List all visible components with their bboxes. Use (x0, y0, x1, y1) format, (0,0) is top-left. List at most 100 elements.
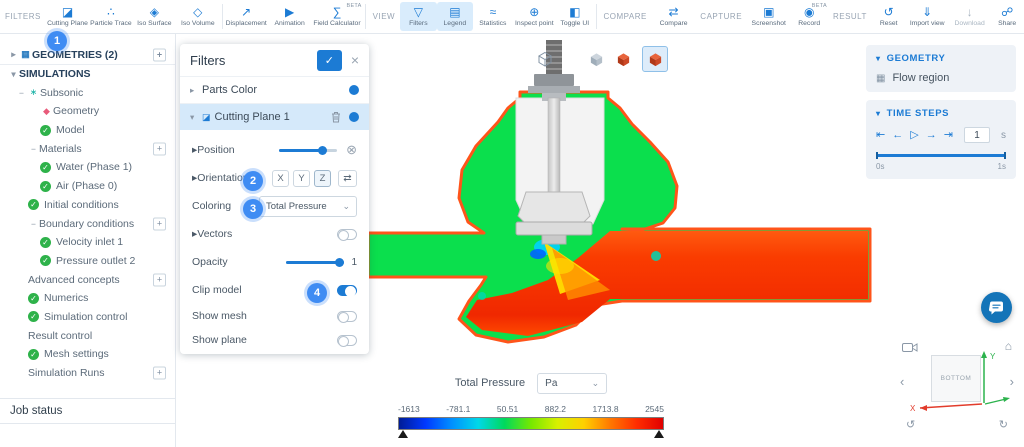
record-button[interactable]: BETA ◉ Record (790, 2, 828, 31)
home-icon[interactable]: ⌂ (1005, 340, 1012, 352)
iso-surface-button[interactable]: ◈ Iso Surface (133, 2, 176, 31)
camera-icon[interactable] (902, 341, 918, 357)
tree-item-simulation-runs[interactable]: Simulation Runs + (0, 364, 175, 383)
remove-position-icon[interactable]: ⊗ (346, 145, 357, 155)
record-label: Record (798, 20, 820, 27)
step-forward-icon[interactable]: → (926, 130, 937, 141)
toggle-ui-button[interactable]: ◧ Toggle UI (556, 2, 594, 31)
compare-button[interactable]: ⇄ Compare (652, 2, 695, 31)
tree-item-advanced-concepts[interactable]: Advanced concepts + (0, 270, 175, 289)
legend-min-handle[interactable] (398, 430, 408, 438)
tree-item-simulation-control[interactable]: ✓ Simulation control (0, 308, 175, 327)
tree-item-boundary-conditions[interactable]: − Boundary conditions + (0, 214, 175, 233)
rotate-view-right-icon[interactable]: › (1010, 375, 1014, 388)
download-button[interactable]: ↓ Download (949, 2, 990, 31)
tree-item-pressure-outlet[interactable]: ✓ Pressure outlet 2 (0, 252, 175, 271)
close-icon[interactable]: × (351, 52, 359, 68)
rotate-ccw-icon[interactable]: ↺ (906, 420, 915, 431)
screenshot-button[interactable]: ▣ Screenshot (747, 2, 790, 31)
displacement-button[interactable]: ↗ Displacement (224, 2, 267, 31)
coloring-label: Coloring (192, 200, 231, 212)
axis-z-button[interactable]: Z (314, 170, 331, 187)
vectors-toggle[interactable] (337, 229, 357, 240)
statistics-button[interactable]: ≈ Statistics (473, 2, 512, 31)
particle-trace-button[interactable]: ∴ Particle Trace (89, 2, 132, 31)
iso-volume-button[interactable]: ◇ Iso Volume (176, 2, 219, 31)
tree-item-materials[interactable]: − Materials + (0, 139, 175, 158)
import-view-button[interactable]: ⇓ Import view (905, 2, 948, 31)
add-material-button[interactable]: + (153, 142, 166, 155)
tree-item-result-control[interactable]: Result control (0, 326, 175, 345)
apply-filters-button[interactable]: ✓ (317, 50, 342, 71)
collapse-icon[interactable]: − (28, 144, 39, 154)
tree-item-air[interactable]: ✓ Air (Phase 0) (0, 177, 175, 196)
reset-button[interactable]: ↺ Reset (872, 2, 906, 31)
parts-color-row[interactable]: ▸ Parts Color (180, 76, 369, 103)
tree-item-label: SIMULATIONS (19, 68, 91, 80)
inspect-point-button[interactable]: ⊕ Inspect point (513, 2, 556, 31)
tree-item-numerics[interactable]: ✓ Numerics (0, 289, 175, 308)
time-step-input[interactable] (964, 127, 990, 143)
opacity-slider[interactable] (286, 261, 344, 264)
chevron-down-icon[interactable]: ▾ (190, 112, 202, 123)
viewport-red-cube-selected-button[interactable] (642, 46, 668, 72)
time-steps-panel-header[interactable]: ▾ TIME STEPS (876, 108, 1006, 119)
tree-item-geometry[interactable]: ◆ Geometry (0, 102, 175, 121)
share-button[interactable]: ☍ Share (990, 2, 1024, 31)
tree-item-mesh-settings[interactable]: ✓ Mesh settings (0, 345, 175, 364)
tree-item-label: Mesh settings (44, 348, 109, 360)
tree-item-simulations[interactable]: ▾ SIMULATIONS (0, 65, 175, 84)
show-mesh-toggle[interactable] (337, 311, 357, 322)
time-range-slider[interactable] (876, 152, 1006, 159)
toolbar-section-result: RESULT (828, 0, 872, 33)
rotate-view-left-icon[interactable]: ‹ (900, 375, 904, 388)
position-slider[interactable] (279, 149, 337, 152)
viewport-red-cube-button[interactable] (613, 49, 633, 69)
collapse-icon[interactable]: − (16, 88, 27, 98)
legend-unit-dropdown[interactable]: Pa ⌄ (537, 373, 607, 394)
field-calculator-button[interactable]: BETA ∑ Field Calculator (311, 2, 362, 31)
flow-region-item[interactable]: ▦ Flow region (876, 72, 1006, 84)
axis-y-button[interactable]: Y (293, 170, 310, 187)
add-advanced-concept-button[interactable]: + (153, 273, 166, 286)
flip-orientation-icon[interactable]: ⇄ (338, 170, 357, 187)
viewport-gray-cube-button[interactable] (586, 49, 606, 69)
cutting-plane-button[interactable]: ◪ Cutting Plane (46, 2, 89, 31)
tree-item-geometries[interactable]: ▸ ▦ GEOMETRIES (2) + (0, 46, 175, 65)
show-plane-toggle[interactable] (337, 335, 357, 346)
clip-model-toggle[interactable] (337, 285, 357, 296)
chevron-right-icon[interactable]: ▸ (8, 49, 19, 60)
coloring-dropdown[interactable]: Total Pressure ⌄ (259, 196, 357, 217)
job-status-bar[interactable]: Job status (0, 398, 175, 424)
trash-icon[interactable] (331, 111, 341, 123)
tree-item-water[interactable]: ✓ Water (Phase 1) (0, 158, 175, 177)
tree-item-subsonic[interactable]: − ∗ Subsonic (0, 83, 175, 102)
play-icon[interactable]: ▷ (910, 130, 918, 141)
chevron-down-icon[interactable]: ▾ (8, 69, 19, 80)
legend-toggle-button[interactable]: ▤ Legend (437, 2, 474, 31)
view-cube-face[interactable]: BOTTOM (931, 355, 981, 402)
cutting-plane-row[interactable]: ▾ ◪ Cutting Plane 1 (180, 103, 369, 130)
legend-max-handle[interactable] (654, 430, 664, 438)
skip-to-start-icon[interactable]: ⇤ (876, 130, 885, 141)
axis-x-button[interactable]: X (272, 170, 289, 187)
legend-color-bar[interactable] (398, 417, 664, 430)
add-geometry-button[interactable]: + (153, 48, 166, 61)
chevron-right-icon[interactable]: ▸ (190, 85, 202, 96)
support-chat-button[interactable] (981, 292, 1012, 323)
collapse-icon[interactable]: − (28, 219, 39, 229)
filters-toggle-button[interactable]: ▽ Filters (400, 2, 437, 31)
parts-color-visibility-dot[interactable] (349, 85, 359, 95)
rotate-cw-icon[interactable]: ↻ (999, 420, 1008, 431)
geometry-panel-header[interactable]: ▾ GEOMETRY (876, 53, 1006, 64)
tree-item-model[interactable]: ✓ Model (0, 121, 175, 140)
tree-item-initial-conditions[interactable]: ✓ Initial conditions (0, 196, 175, 215)
add-simulation-run-button[interactable]: + (153, 367, 166, 380)
cutting-plane-visibility-dot[interactable] (349, 112, 359, 122)
animation-button[interactable]: ▶ Animation (268, 2, 311, 31)
step-back-icon[interactable]: ← (892, 130, 903, 141)
viewport-outline-cube-button[interactable] (533, 47, 557, 71)
add-boundary-condition-button[interactable]: + (153, 217, 166, 230)
skip-to-end-icon[interactable]: ⇥ (944, 130, 953, 141)
tree-item-velocity-inlet[interactable]: ✓ Velocity inlet 1 (0, 233, 175, 252)
